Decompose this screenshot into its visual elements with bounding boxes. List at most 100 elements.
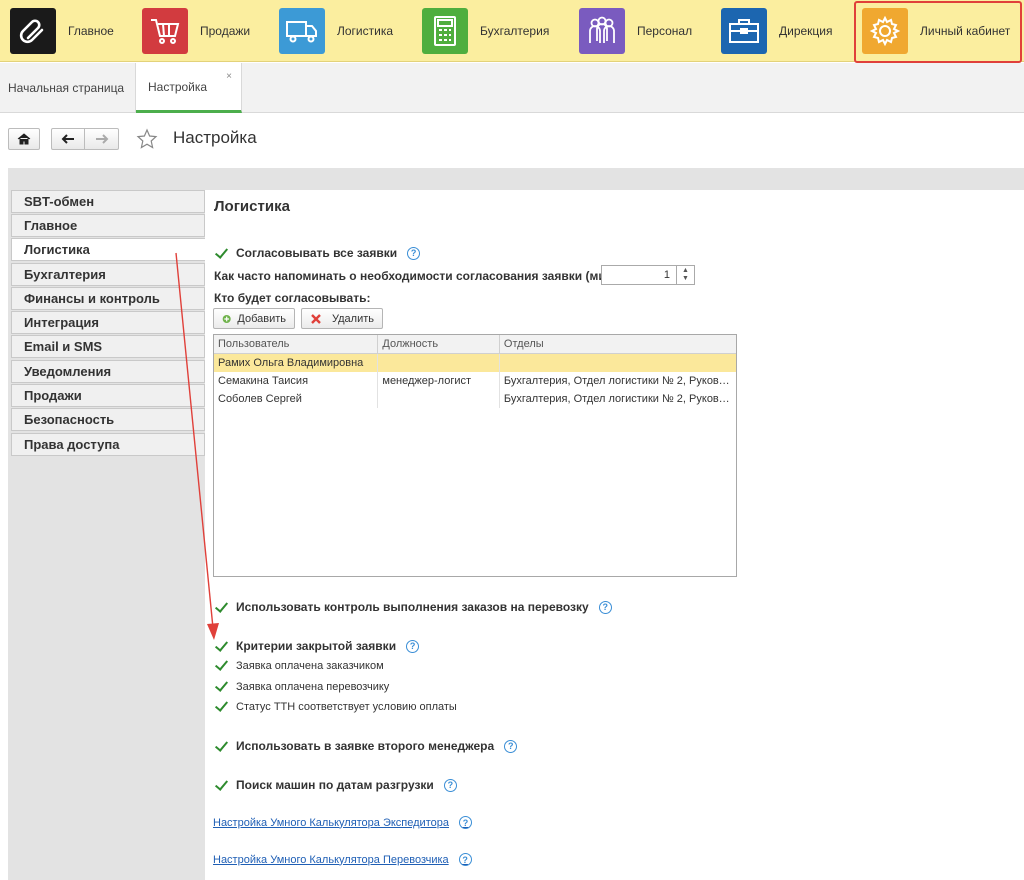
table-header: Пользователь Должность Отделы (214, 335, 736, 354)
ttn-status-checkbox[interactable]: Статус ТТН соответствует условию оплаты (215, 700, 457, 713)
page-title: Настройка (173, 128, 257, 147)
help-icon[interactable]: ? (598, 600, 612, 614)
carrier-calculator-link[interactable]: Настройка Умного Калькулятора Перевозчик… (213, 853, 472, 866)
column-header[interactable]: Пользователь (214, 335, 379, 353)
section-main[interactable]: Главное (10, 8, 114, 54)
command-bar: Настройка (0, 114, 1024, 166)
section-label: Логистика (337, 24, 394, 38)
calculator-icon (422, 8, 468, 54)
checkbox-label: Критерии закрытой заявки (236, 639, 397, 653)
checkbox-checked-icon (215, 640, 228, 653)
paid-to-carrier-checkbox[interactable]: Заявка оплачена перевозчику (215, 680, 389, 693)
stepper-arrows-icon[interactable]: ▲ ▼ (676, 266, 694, 284)
forward-button[interactable] (85, 128, 119, 150)
settings-sidebar: SBT-обмен Главное Логистика Бухгалтерия … (8, 190, 208, 880)
gear-icon (862, 8, 908, 54)
section-label: Главное (68, 24, 114, 38)
checkbox-checked-icon (215, 779, 228, 792)
delete-icon (311, 313, 321, 324)
help-icon[interactable]: ? (407, 246, 421, 260)
section-accounting[interactable]: Бухгалтерия (422, 8, 549, 54)
nav-item-access-rights[interactable]: Права доступа (11, 433, 205, 456)
cart-icon (142, 8, 188, 54)
remind-interval-stepper[interactable]: 1 ▲ ▼ (601, 265, 695, 285)
section-cabinet[interactable]: Личный кабинет (862, 8, 1010, 54)
logo-icon (10, 8, 56, 54)
add-button-label: Добавить (237, 312, 286, 325)
tab-label: Настройка (148, 79, 208, 94)
nav-item-sbt-exchange[interactable]: SBT-обмен (11, 190, 205, 213)
stepper-value: 1 (663, 269, 670, 281)
help-icon[interactable]: ? (504, 739, 518, 753)
nav-item-integration[interactable]: Интеграция (11, 311, 205, 334)
section-sales[interactable]: Продажи (142, 8, 250, 54)
table-row[interactable]: Соболев Сергей Бухгалтерия, Отдел логист… (214, 390, 736, 408)
link-text: Настройка Умного Калькулятора Перевозчик… (213, 853, 449, 866)
table-row[interactable]: Семакина Таисия менеджер-логист Бухгалте… (214, 372, 736, 390)
checkbox-label: Согласовывать все заявки (236, 246, 398, 260)
close-icon[interactable]: × (226, 71, 232, 82)
checkbox-label: Использовать контроль выполнения заказов… (236, 600, 589, 614)
tab-settings[interactable]: Настройка × (136, 63, 242, 113)
search-trucks-checkbox[interactable]: Поиск машин по датам разгрузки ? (215, 778, 457, 792)
column-header[interactable]: Должность (378, 335, 500, 353)
table-cell (378, 354, 500, 372)
column-header[interactable]: Отделы (500, 335, 736, 353)
expeditor-calculator-link[interactable]: Настройка Умного Калькулятора Экспедитор… (213, 816, 472, 829)
closed-criteria-checkbox[interactable]: Критерии закрытой заявки ? (215, 639, 420, 653)
star-icon[interactable] (136, 128, 158, 150)
nav-item-security[interactable]: Безопасность (11, 408, 205, 431)
approvers-label: Кто будет согласовывать: (214, 291, 371, 305)
nav-item-sales[interactable]: Продажи (11, 384, 205, 407)
paid-by-customer-checkbox[interactable]: Заявка оплачена заказчиком (215, 659, 384, 672)
back-button[interactable] (51, 128, 85, 150)
section-management[interactable]: Дирекция (721, 8, 833, 54)
use-control-checkbox[interactable]: Использовать контроль выполнения заказов… (215, 600, 612, 614)
tab-home-page[interactable]: Начальная страница (0, 63, 136, 113)
table-cell: Семакина Таисия (214, 372, 379, 390)
section-staff[interactable]: Персонал (579, 8, 692, 54)
add-button[interactable]: Добавить (213, 308, 295, 329)
approvers-table[interactable]: Пользователь Должность Отделы Рамих Ольг… (213, 334, 737, 577)
nav-item-main[interactable]: Главное (11, 214, 205, 237)
link-text: Настройка Умного Калькулятора Экспедитор… (213, 816, 449, 829)
second-manager-checkbox[interactable]: Использовать в заявке второго менеджера … (215, 739, 518, 753)
frame-header (8, 168, 1024, 190)
arrow-right-icon (95, 134, 108, 144)
checkbox-label: Статус ТТН соответствует условию оплаты (236, 700, 457, 713)
checkbox-label: Использовать в заявке второго менеджера (236, 739, 495, 753)
section-heading: Логистика (214, 198, 290, 215)
nav-item-notifications[interactable]: Уведомления (11, 360, 205, 383)
arrow-left-icon (61, 134, 74, 144)
checkbox-label: Поиск машин по датам разгрузки (236, 778, 434, 792)
checkbox-checked-icon (215, 680, 228, 693)
truck-icon (279, 8, 325, 54)
checkbox-checked-icon (215, 247, 228, 260)
delete-button[interactable]: Удалить (301, 308, 383, 329)
help-icon[interactable]: ? (406, 639, 420, 653)
checkbox-label: Заявка оплачена перевозчику (236, 680, 390, 693)
help-icon[interactable]: ? (458, 853, 472, 866)
help-icon[interactable]: ? (458, 816, 472, 829)
briefcase-icon (721, 8, 767, 54)
section-label: Бухгалтерия (480, 24, 550, 38)
approve-all-checkbox[interactable]: Согласовывать все заявки ? (215, 246, 421, 260)
nav-item-email-sms[interactable]: Email и SMS (11, 335, 205, 358)
table-cell (378, 390, 500, 408)
section-label: Продажи (200, 24, 251, 38)
table-cell: Бухгалтерия, Отдел логистики № 2, Руково… (503, 375, 736, 387)
section-label: Личный кабинет (920, 24, 1011, 38)
help-icon[interactable]: ? (443, 778, 457, 792)
settings-panel: Логистика Согласовывать все заявки ? Как… (205, 190, 1024, 880)
nav-item-finance[interactable]: Финансы и контроль (11, 287, 205, 310)
table-row[interactable]: Рамих Ольга Владимировна (214, 354, 736, 372)
checkbox-checked-icon (215, 700, 228, 713)
home-button[interactable] (8, 128, 40, 150)
section-logistics[interactable]: Логистика (279, 8, 393, 54)
tab-bar: Начальная страница Настройка × (0, 63, 1024, 113)
table-cell (500, 354, 736, 372)
nav-item-logistics[interactable]: Логистика (11, 238, 208, 261)
table-cell: менеджер-логист (378, 372, 500, 390)
nav-item-accounting[interactable]: Бухгалтерия (11, 263, 205, 286)
home-icon (17, 133, 31, 145)
